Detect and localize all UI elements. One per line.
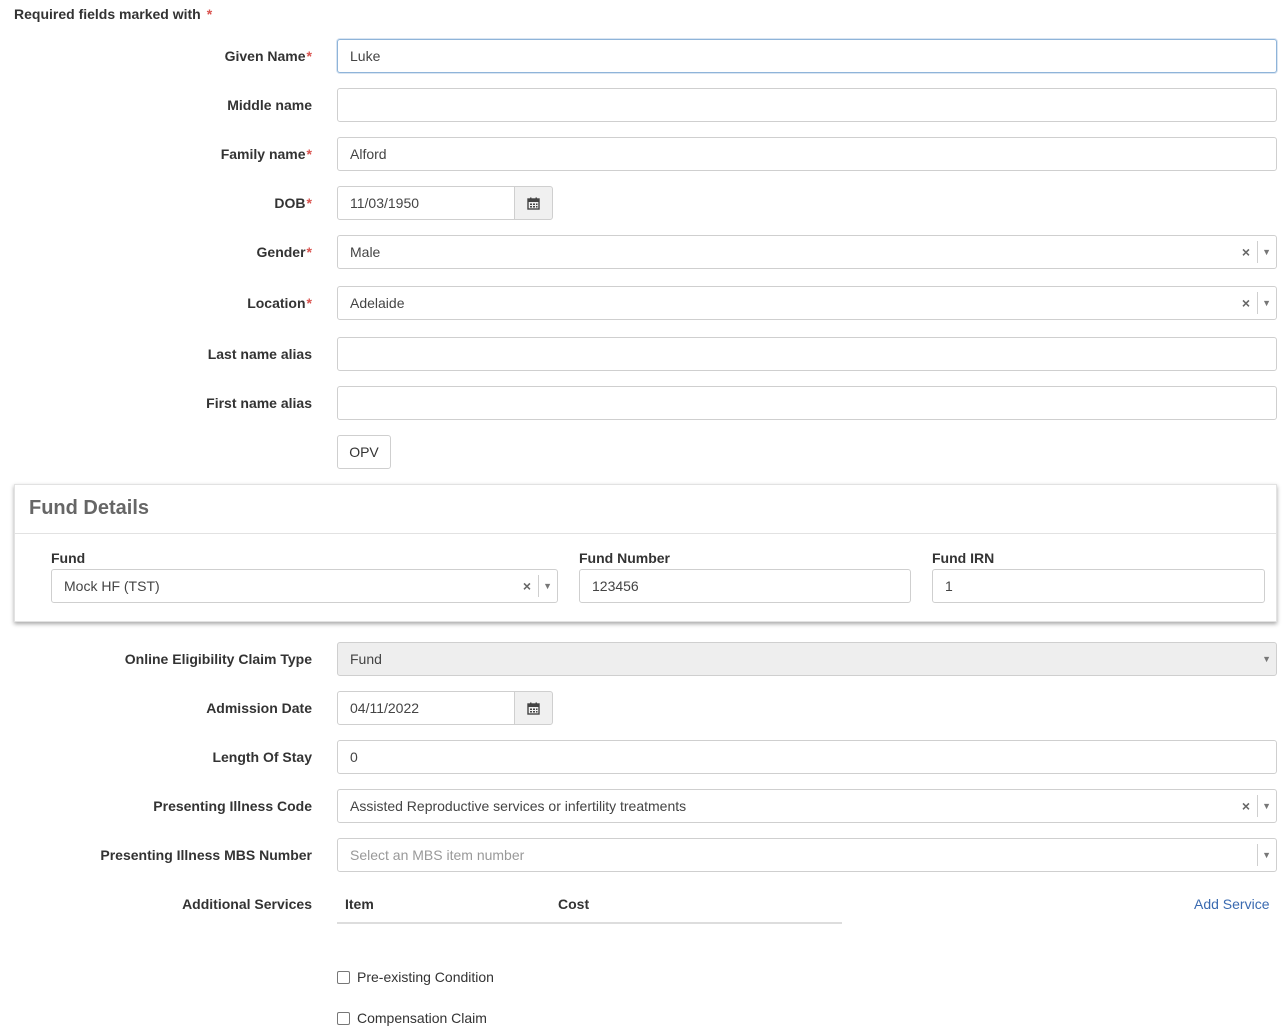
panel-divider xyxy=(15,533,1276,534)
location-select[interactable]: Adelaide × ▼ xyxy=(337,286,1277,320)
dob-calendar-button[interactable] xyxy=(514,186,553,220)
length-of-stay-input[interactable] xyxy=(337,740,1277,774)
compensation-label: Compensation Claim xyxy=(357,1010,487,1026)
opv-button[interactable]: OPV xyxy=(337,435,391,469)
clear-icon[interactable]: × xyxy=(1242,287,1250,319)
family-name-label: Family name* xyxy=(220,146,312,162)
required-fields-note: Required fields marked with * xyxy=(14,6,212,22)
gender-select[interactable]: Male × ▼ xyxy=(337,235,1277,269)
first-name-alias-input[interactable] xyxy=(337,386,1277,420)
select-separator xyxy=(1257,795,1258,817)
admission-date-input[interactable] xyxy=(337,691,515,725)
chevron-down-icon[interactable]: ▼ xyxy=(1262,643,1271,675)
select-separator xyxy=(1257,292,1258,314)
pre-existing-condition-row[interactable]: Pre-existing Condition xyxy=(337,969,494,985)
select-separator xyxy=(1257,241,1258,263)
mbs-number-select[interactable]: Select an MBS item number ▼ xyxy=(337,838,1277,872)
select-separator xyxy=(1257,844,1258,866)
claim-type-label: Online Eligibility Claim Type xyxy=(124,651,312,667)
given-name-input[interactable] xyxy=(337,39,1277,73)
gender-selected-value: Male xyxy=(350,244,381,260)
pre-existing-checkbox[interactable] xyxy=(337,970,350,984)
location-label: Location* xyxy=(247,295,312,311)
fund-details-panel: Fund Details Fund Mock HF (TST) × ▼ Fund… xyxy=(14,484,1277,622)
select-separator xyxy=(538,575,539,597)
services-table-header: Item Cost xyxy=(337,886,842,924)
fund-number-input[interactable] xyxy=(579,569,911,603)
fund-label: Fund xyxy=(51,550,86,566)
add-service-link[interactable]: Add Service xyxy=(1194,896,1269,912)
fund-details-title: Fund Details xyxy=(29,497,150,519)
chevron-down-icon[interactable]: ▼ xyxy=(1262,236,1271,268)
col-item-header: Item xyxy=(345,896,374,912)
illness-code-selected-value: Assisted Reproductive services or infert… xyxy=(350,798,687,814)
dob-input[interactable] xyxy=(337,186,515,220)
illness-code-label: Presenting Illness Code xyxy=(153,798,312,814)
last-name-alias-input[interactable] xyxy=(337,337,1277,371)
dob-label: DOB* xyxy=(274,195,312,211)
gender-label: Gender* xyxy=(256,244,312,260)
clear-icon[interactable]: × xyxy=(1242,236,1250,268)
chevron-down-icon[interactable]: ▼ xyxy=(1262,287,1271,319)
mbs-number-placeholder: Select an MBS item number xyxy=(350,847,525,863)
calendar-icon xyxy=(527,197,540,210)
claim-type-selected-value: Fund xyxy=(350,651,382,667)
claim-type-select[interactable]: Fund ▼ xyxy=(337,642,1277,676)
compensation-checkbox[interactable] xyxy=(337,1011,350,1025)
chevron-down-icon[interactable]: ▼ xyxy=(1262,839,1271,871)
additional-services-label: Additional Services xyxy=(182,896,312,912)
clear-icon[interactable]: × xyxy=(523,570,531,602)
col-cost-header: Cost xyxy=(558,896,590,912)
chevron-down-icon[interactable]: ▼ xyxy=(543,570,552,602)
last-name-alias-label: Last name alias xyxy=(207,346,312,362)
first-name-alias-label: First name alias xyxy=(206,395,312,411)
illness-code-select[interactable]: Assisted Reproductive services or infert… xyxy=(337,789,1277,823)
fund-number-label: Fund Number xyxy=(579,550,670,566)
fund-irn-input[interactable] xyxy=(932,569,1265,603)
fund-irn-label: Fund IRN xyxy=(932,550,995,566)
admission-date-calendar-button[interactable] xyxy=(514,691,553,725)
calendar-icon xyxy=(527,702,540,715)
fund-selected-value: Mock HF (TST) xyxy=(64,578,160,594)
middle-name-input[interactable] xyxy=(337,88,1277,122)
compensation-claim-row[interactable]: Compensation Claim xyxy=(337,1010,487,1026)
given-name-label: Given Name* xyxy=(224,48,312,64)
family-name-input[interactable] xyxy=(337,137,1277,171)
required-star: * xyxy=(206,6,213,22)
mbs-number-label: Presenting Illness MBS Number xyxy=(100,847,312,863)
location-selected-value: Adelaide xyxy=(350,295,405,311)
pre-existing-label: Pre-existing Condition xyxy=(357,969,494,985)
clear-icon[interactable]: × xyxy=(1242,790,1250,822)
middle-name-label: Middle name xyxy=(227,97,312,113)
fund-select[interactable]: Mock HF (TST) × ▼ xyxy=(51,569,558,603)
chevron-down-icon[interactable]: ▼ xyxy=(1262,790,1271,822)
length-of-stay-label: Length Of Stay xyxy=(212,749,312,765)
required-note-text: Required fields marked with xyxy=(14,6,201,22)
admission-date-label: Admission Date xyxy=(206,700,312,716)
